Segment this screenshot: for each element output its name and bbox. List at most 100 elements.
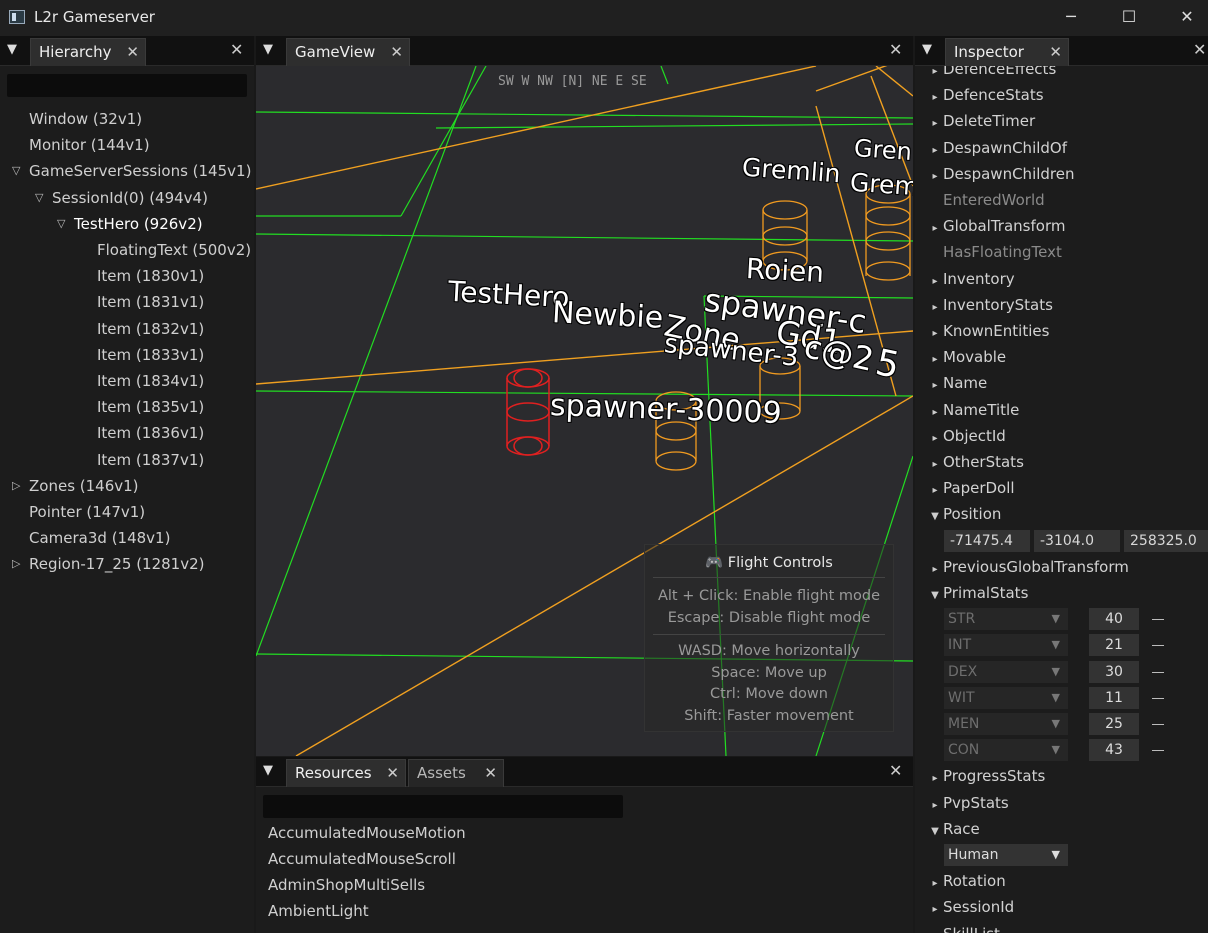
stat-select[interactable]: DEX ▼ [944, 660, 1068, 683]
tree-item[interactable]: Camera3d (148v1) [29, 525, 170, 551]
component-row[interactable]: ▸ ObjectId [927, 423, 1005, 449]
close-panel-icon[interactable]: ✕ [889, 761, 902, 780]
component-row[interactable]: ▸ OtherStats [927, 449, 1023, 475]
remove-stat-button[interactable] [1152, 671, 1164, 673]
component-row[interactable]: EnteredWorld [927, 187, 1045, 213]
position-x-field[interactable]: -71475.4 [944, 529, 1030, 552]
tree-item[interactable]: Item (1837v1) [97, 447, 204, 473]
component-label: SkillList [943, 925, 1000, 933]
tree-item[interactable]: Item (1833v1) [97, 342, 204, 368]
tree-item[interactable]: ▽ SessionId(0) (494v4) [35, 185, 208, 211]
resources-search-input[interactable] [263, 795, 623, 818]
close-panel-icon[interactable]: ✕ [889, 40, 902, 59]
app-icon [9, 10, 25, 24]
tree-item[interactable]: ▷ Zones (146v1) [12, 473, 139, 499]
component-row[interactable]: ▸ Name [927, 370, 987, 396]
component-row[interactable]: ▸ DeleteTimer [927, 108, 1035, 134]
resource-item[interactable]: AmbientLight [268, 898, 369, 924]
resource-item[interactable]: AccumulatedMouseScroll [268, 846, 456, 872]
component-row[interactable]: ▸ KnownEntities [927, 318, 1049, 344]
component-row[interactable]: ▸ Rotation [927, 868, 1005, 894]
panel-menu-icon[interactable]: ▼ [263, 42, 273, 57]
maximize-button[interactable]: ☐ [1100, 0, 1158, 36]
close-panel-icon[interactable]: ✕ [230, 40, 243, 59]
remove-stat-button[interactable] [1152, 724, 1164, 725]
component-row[interactable]: ▸ PvpStats [927, 790, 1008, 816]
tree-item[interactable]: ▽ GameServerSessions (145v1) [12, 158, 251, 184]
stat-select[interactable]: CON ▼ [944, 739, 1068, 762]
close-panel-icon[interactable]: ✕ [1193, 40, 1206, 59]
minimize-button[interactable]: ─ [1042, 0, 1100, 36]
position-z-field[interactable]: 258325.0 [1124, 529, 1208, 552]
expanded-arrow-icon[interactable]: ▽ [12, 158, 20, 184]
tab-assets[interactable]: Assets ✕ [408, 759, 504, 787]
component-row[interactable]: ▸ DespawnChildOf [927, 135, 1067, 161]
tree-item[interactable]: FloatingText (500v2) [97, 237, 251, 263]
component-row[interactable]: ▸ GlobalTransform [927, 213, 1065, 239]
tab-gameview[interactable]: GameView ✕ [286, 38, 410, 66]
close-window-button[interactable]: ✕ [1158, 0, 1208, 36]
stat-select[interactable]: MEN ▼ [944, 713, 1068, 735]
tree-item[interactable]: Item (1830v1) [97, 263, 204, 289]
tab-resources[interactable]: Resources ✕ [286, 759, 406, 787]
tree-item[interactable]: Item (1832v1) [97, 316, 204, 342]
stat-value-field[interactable]: 21 [1089, 634, 1139, 657]
expanded-arrow-icon[interactable]: ▽ [57, 211, 65, 237]
remove-stat-button[interactable] [1152, 619, 1164, 621]
close-tab-icon[interactable]: ✕ [390, 39, 403, 65]
component-row[interactable]: ▸ Movable [927, 344, 1006, 370]
component-row[interactable]: HasFloatingText [927, 239, 1062, 265]
tree-item[interactable]: Pointer (147v1) [29, 499, 145, 525]
hierarchy-search-input[interactable] [7, 74, 247, 97]
tree-item[interactable]: Item (1831v1) [97, 289, 204, 315]
stat-select[interactable]: INT ▼ [944, 634, 1068, 657]
collapsed-arrow-icon[interactable]: ▷ [12, 473, 20, 499]
close-tab-icon[interactable]: ✕ [484, 760, 497, 786]
tree-item[interactable]: Monitor (144v1) [29, 132, 150, 158]
game-viewport[interactable]: SW W NW [N] NE E SE Gremlin Grem Gren Ro… [256, 66, 913, 756]
component-row[interactable]: ▸ SessionId [927, 894, 1014, 920]
resource-item[interactable]: AccumulatedMouseMotion [268, 820, 466, 846]
close-tab-icon[interactable]: ✕ [386, 760, 399, 786]
collapsed-arrow-icon[interactable]: ▷ [12, 551, 20, 577]
primal-stats-row[interactable]: ▼ PrimalStats [927, 580, 1028, 606]
expanded-arrow-icon[interactable]: ▽ [35, 185, 43, 211]
race-row[interactable]: ▼ Race [927, 816, 980, 842]
close-tab-icon[interactable]: ✕ [126, 39, 139, 65]
stat-value-field[interactable]: 11 [1089, 686, 1139, 709]
panel-menu-icon[interactable]: ▼ [922, 42, 932, 57]
stat-value-field[interactable]: 25 [1089, 713, 1139, 735]
component-row[interactable]: ▸SkillList [927, 921, 1000, 933]
tab-hierarchy[interactable]: Hierarchy ✕ [30, 38, 146, 66]
component-row[interactable]: ▸ InventoryStats [927, 292, 1052, 318]
component-row[interactable]: ▸ DefenceStats [927, 82, 1043, 108]
component-row[interactable]: ▸ NameTitle [927, 397, 1019, 423]
tree-item[interactable]: ▽ TestHero (926v2) [57, 211, 203, 237]
stat-select[interactable]: WIT ▼ [944, 686, 1068, 709]
remove-stat-button[interactable] [1152, 645, 1164, 647]
stat-value-field[interactable]: 43 [1089, 739, 1139, 762]
tree-item[interactable]: Item (1834v1) [97, 368, 204, 394]
component-row[interactable]: ▸ ProgressStats [927, 763, 1045, 789]
stat-select[interactable]: STR ▼ [944, 608, 1068, 631]
stat-value-field[interactable]: 30 [1089, 660, 1139, 683]
component-row[interactable]: ▸ PaperDoll [927, 475, 1014, 501]
component-row[interactable]: ▸ DespawnChildren [927, 161, 1074, 187]
panel-menu-icon[interactable]: ▼ [263, 763, 273, 778]
race-select[interactable]: Human ▼ [944, 844, 1068, 866]
tree-item[interactable]: Window (32v1) [29, 106, 142, 132]
component-row[interactable]: ▸ Inventory [927, 266, 1014, 292]
tab-inspector[interactable]: Inspector ✕ [945, 38, 1069, 66]
panel-menu-icon[interactable]: ▼ [7, 42, 17, 57]
tree-item[interactable]: ▷ Region-17_25 (1281v2) [12, 551, 205, 577]
close-tab-icon[interactable]: ✕ [1049, 39, 1062, 65]
remove-stat-button[interactable] [1152, 697, 1164, 699]
position-y-field[interactable]: -3104.0 [1034, 529, 1120, 552]
tree-item[interactable]: Item (1836v1) [97, 420, 204, 446]
stat-value-field[interactable]: 40 [1089, 608, 1139, 631]
remove-stat-button[interactable] [1152, 750, 1164, 752]
position-row[interactable]: ▼ Position [927, 501, 1001, 527]
tree-item[interactable]: Item (1835v1) [97, 394, 204, 420]
component-row[interactable]: ▸ PreviousGlobalTransform [927, 554, 1128, 580]
resource-item[interactable]: AdminShopMultiSells [268, 872, 425, 898]
